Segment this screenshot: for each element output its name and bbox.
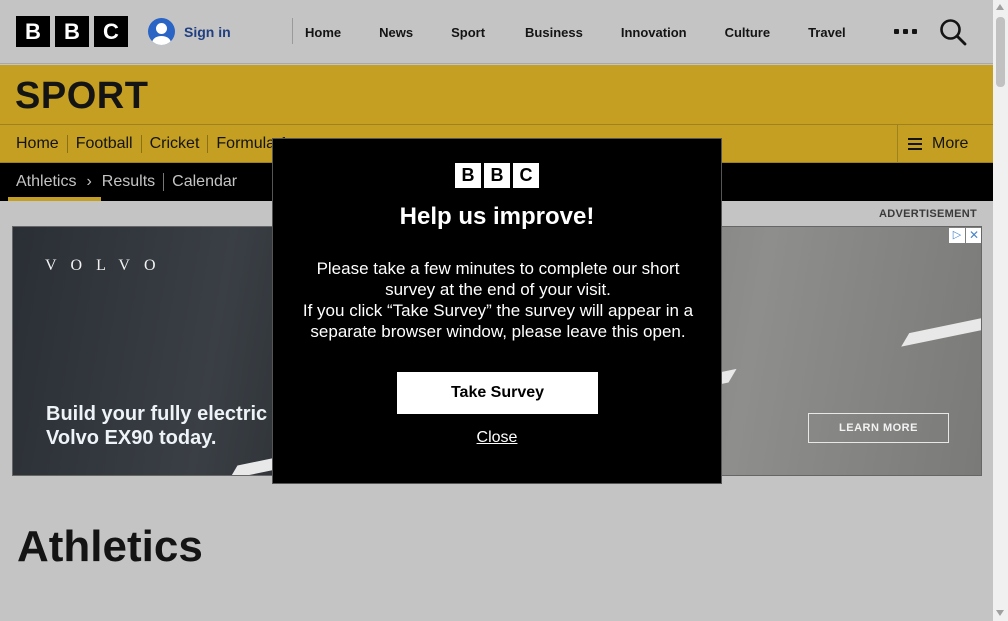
- subnav-results[interactable]: Results: [94, 173, 163, 191]
- modal-body-line1: Please take a few minutes to complete ou…: [316, 259, 680, 299]
- sport-nav-home[interactable]: Home: [8, 135, 68, 153]
- scroll-down-icon[interactable]: [996, 610, 1004, 616]
- sign-in-label: Sign in: [184, 23, 231, 40]
- nav-sport[interactable]: Sport: [451, 25, 485, 40]
- vertical-scrollbar[interactable]: [993, 0, 1008, 621]
- bbc-logo[interactable]: B B C: [16, 16, 128, 47]
- active-tab-indicator: [8, 197, 101, 201]
- modal-body-line2: If you click “Take Survey” the survey wi…: [302, 301, 694, 341]
- nav-culture[interactable]: Culture: [725, 25, 771, 40]
- top-nav: Home News Sport Business Innovation Cult…: [305, 0, 884, 64]
- ad-close-icon[interactable]: ✕: [966, 228, 981, 243]
- logo-letter-c: C: [513, 163, 539, 188]
- hamburger-icon: [908, 138, 922, 150]
- scrollbar-thumb[interactable]: [996, 17, 1005, 87]
- search-icon[interactable]: [939, 18, 967, 46]
- subnav-athletics[interactable]: Athletics: [8, 173, 84, 191]
- logo-letter-c: C: [94, 16, 128, 47]
- page-title: Athletics: [17, 522, 203, 571]
- modal-close-link[interactable]: Close: [273, 429, 721, 447]
- nav-travel[interactable]: Travel: [808, 25, 846, 40]
- sign-in-button[interactable]: Sign in: [148, 18, 231, 45]
- logo-letter-b2: B: [55, 16, 89, 47]
- logo-letter-b1: B: [455, 163, 481, 188]
- nav-news[interactable]: News: [379, 25, 413, 40]
- modal-heading: Help us improve!: [399, 203, 595, 230]
- sport-header: SPORT: [0, 65, 993, 125]
- subnav-calendar[interactable]: Calendar: [164, 173, 245, 191]
- modal-bbc-logo: B B C: [455, 163, 539, 188]
- masthead: B B C Sign in Home News Sport Business I…: [0, 0, 993, 64]
- sport-nav-football[interactable]: Football: [68, 135, 142, 153]
- user-icon: [148, 18, 175, 45]
- more-label: More: [932, 135, 969, 152]
- survey-modal: B B C Help us improve! Please take a few…: [272, 138, 722, 484]
- more-menu-icon[interactable]: [894, 29, 917, 34]
- sport-more-button[interactable]: More: [897, 125, 993, 163]
- section-title[interactable]: SPORT: [15, 75, 148, 118]
- sport-nav-cricket[interactable]: Cricket: [142, 135, 209, 153]
- take-survey-button[interactable]: Take Survey: [397, 372, 598, 414]
- ad-brand-logo: VOLVO: [45, 257, 170, 274]
- ad-choices-icon[interactable]: ▷: [949, 228, 965, 243]
- logo-letter-b2: B: [484, 163, 510, 188]
- nav-innovation[interactable]: Innovation: [621, 25, 687, 40]
- nav-business[interactable]: Business: [525, 25, 583, 40]
- chevron-right-icon: ›: [86, 173, 92, 190]
- ad-learn-more-button[interactable]: LEARN MORE: [808, 413, 949, 443]
- road-marking: [901, 311, 981, 347]
- advertisement-label: ADVERTISEMENT: [879, 208, 978, 220]
- nav-home[interactable]: Home: [305, 25, 341, 40]
- divider: [292, 18, 293, 44]
- logo-letter-b1: B: [16, 16, 50, 47]
- scroll-up-icon[interactable]: [996, 4, 1004, 10]
- modal-body: Please take a few minutes to complete ou…: [293, 258, 703, 342]
